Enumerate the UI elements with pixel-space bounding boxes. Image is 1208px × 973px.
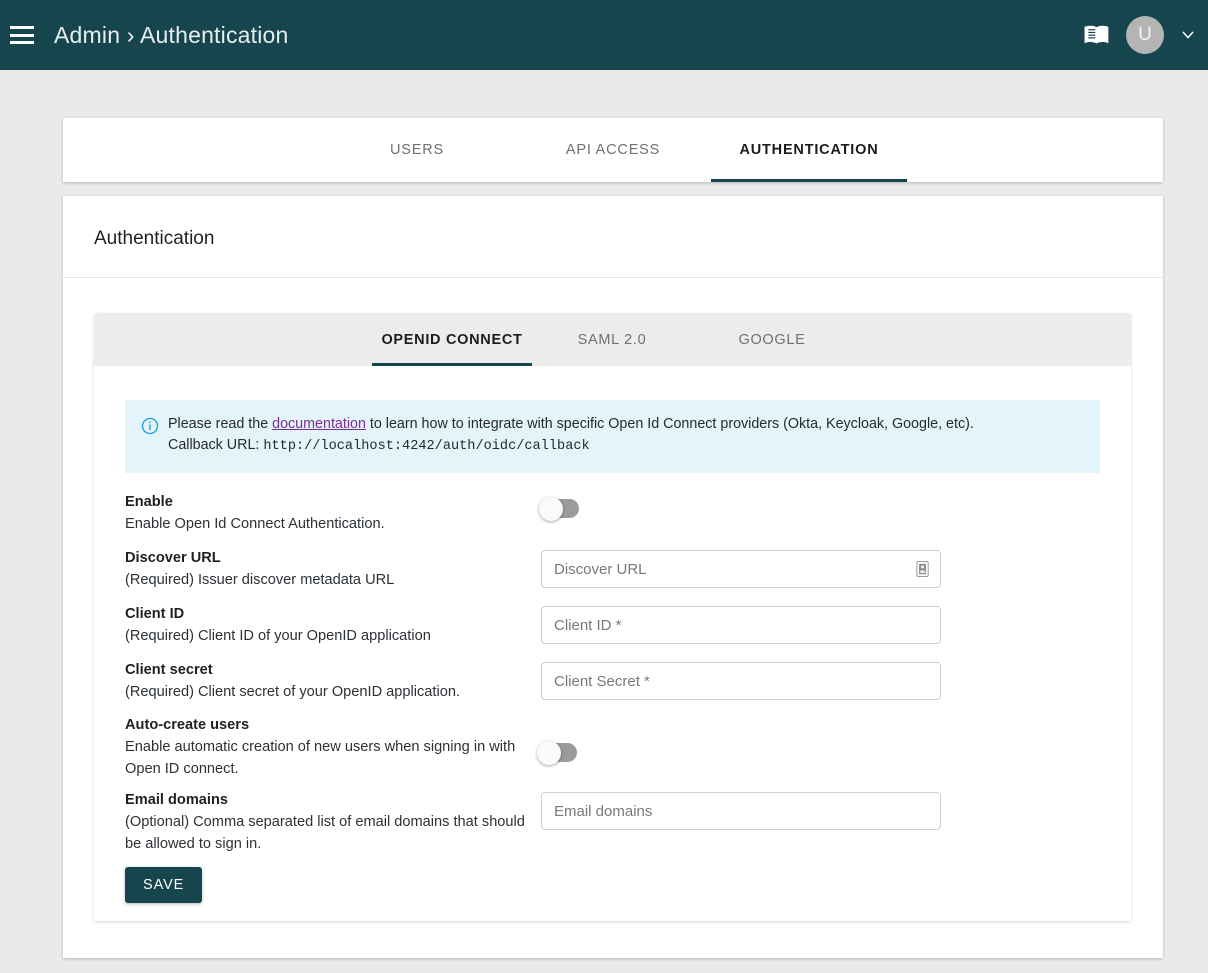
hamburger-bar: [10, 41, 34, 44]
field-client-secret-control: [541, 660, 941, 700]
field-client-secret-description: (Required) Client secret of your OpenID …: [125, 681, 529, 703]
save-button[interactable]: SAVE: [125, 867, 202, 903]
auto-create-users-toggle[interactable]: [539, 743, 577, 762]
field-auto-create-users-control: [530, 715, 577, 762]
section-tabs: USERS API ACCESS AUTHENTICATION: [63, 118, 1163, 182]
app-header: Admin › Authentication U: [0, 0, 1208, 70]
client-id-input[interactable]: [541, 606, 941, 644]
tab-google[interactable]: GOOGLE: [692, 313, 852, 366]
oidc-form: Enable Enable Open Id Connect Authentica…: [94, 492, 1131, 903]
callback-url-label: Callback URL:: [168, 437, 263, 453]
authentication-card: Authentication OPENID CONNECT SAML 2.0 G…: [63, 196, 1163, 958]
breadcrumb: Admin › Authentication: [54, 22, 289, 49]
callback-url-value: http://localhost:4242/auth/oidc/callback: [263, 439, 589, 454]
documentation-link[interactable]: documentation: [272, 416, 366, 432]
tab-users[interactable]: USERS: [319, 118, 515, 182]
enable-toggle[interactable]: [541, 499, 579, 518]
chevron-down-icon[interactable]: [1180, 27, 1196, 43]
field-discover-url-labels: Discover URL (Required) Issuer discover …: [125, 548, 541, 591]
tab-openid-connect[interactable]: OPENID CONNECT: [372, 313, 532, 366]
field-enable: Enable Enable Open Id Connect Authentica…: [94, 492, 1131, 535]
provider-tabs: OPENID CONNECT SAML 2.0 GOOGLE: [94, 313, 1131, 366]
tab-api-access[interactable]: API ACCESS: [515, 118, 711, 182]
field-auto-create-users-label: Auto-create users: [125, 715, 518, 736]
banner-text-after: to learn how to integrate with specific …: [366, 416, 974, 432]
field-client-secret-labels: Client secret (Required) Client secret o…: [125, 660, 541, 703]
info-circle-icon: [141, 414, 168, 440]
field-client-id-labels: Client ID (Required) Client ID of your O…: [125, 604, 541, 647]
field-email-domains: Email domains (Optional) Comma separated…: [94, 790, 1131, 855]
field-email-domains-label: Email domains: [125, 790, 529, 811]
field-auto-create-users-description: Enable automatic creation of new users w…: [125, 736, 518, 780]
field-auto-create-users-labels: Auto-create users Enable automatic creat…: [125, 715, 530, 780]
field-auto-create-users: Auto-create users Enable automatic creat…: [94, 715, 1131, 780]
banner-text-before: Please read the: [168, 416, 272, 432]
field-client-id-control: [541, 604, 941, 644]
app-header-actions: U: [1084, 16, 1208, 54]
field-enable-label: Enable: [125, 492, 529, 513]
hamburger-bar: [10, 34, 34, 37]
field-enable-control: [541, 492, 579, 518]
avatar[interactable]: U: [1126, 16, 1164, 54]
tab-saml[interactable]: SAML 2.0: [532, 313, 692, 366]
tab-authentication[interactable]: AUTHENTICATION: [711, 118, 907, 182]
field-client-id-label: Client ID: [125, 604, 529, 625]
toggle-knob: [537, 741, 561, 765]
book-icon[interactable]: [1084, 22, 1110, 48]
field-enable-description: Enable Open Id Connect Authentication.: [125, 513, 529, 535]
page-title: Authentication: [63, 196, 1163, 250]
discover-url-input[interactable]: [541, 550, 941, 588]
field-email-domains-labels: Email domains (Optional) Comma separated…: [125, 790, 541, 855]
field-client-secret: Client secret (Required) Client secret o…: [94, 660, 1131, 703]
info-banner-text: Please read the documentation to learn h…: [168, 414, 974, 457]
field-discover-url-label: Discover URL: [125, 548, 529, 569]
field-email-domains-description: (Optional) Comma separated list of email…: [125, 811, 529, 855]
field-discover-url-description: (Required) Issuer discover metadata URL: [125, 569, 529, 591]
email-domains-input[interactable]: [541, 792, 941, 830]
field-discover-url: Discover URL (Required) Issuer discover …: [94, 548, 1131, 591]
provider-panel: OPENID CONNECT SAML 2.0 GOOGLE Please re…: [94, 313, 1131, 921]
hamburger-bar: [10, 26, 34, 29]
card-divider: [63, 277, 1163, 278]
toggle-knob: [539, 497, 563, 521]
client-secret-input[interactable]: [541, 662, 941, 700]
field-discover-url-control: [541, 548, 941, 588]
field-email-domains-control: [541, 790, 941, 830]
hamburger-menu-icon[interactable]: [10, 26, 34, 44]
info-banner: Please read the documentation to learn h…: [125, 400, 1100, 473]
field-client-secret-label: Client secret: [125, 660, 529, 681]
field-client-id-description: (Required) Client ID of your OpenID appl…: [125, 625, 529, 647]
field-enable-labels: Enable Enable Open Id Connect Authentica…: [125, 492, 541, 535]
field-client-id: Client ID (Required) Client ID of your O…: [94, 604, 1131, 647]
